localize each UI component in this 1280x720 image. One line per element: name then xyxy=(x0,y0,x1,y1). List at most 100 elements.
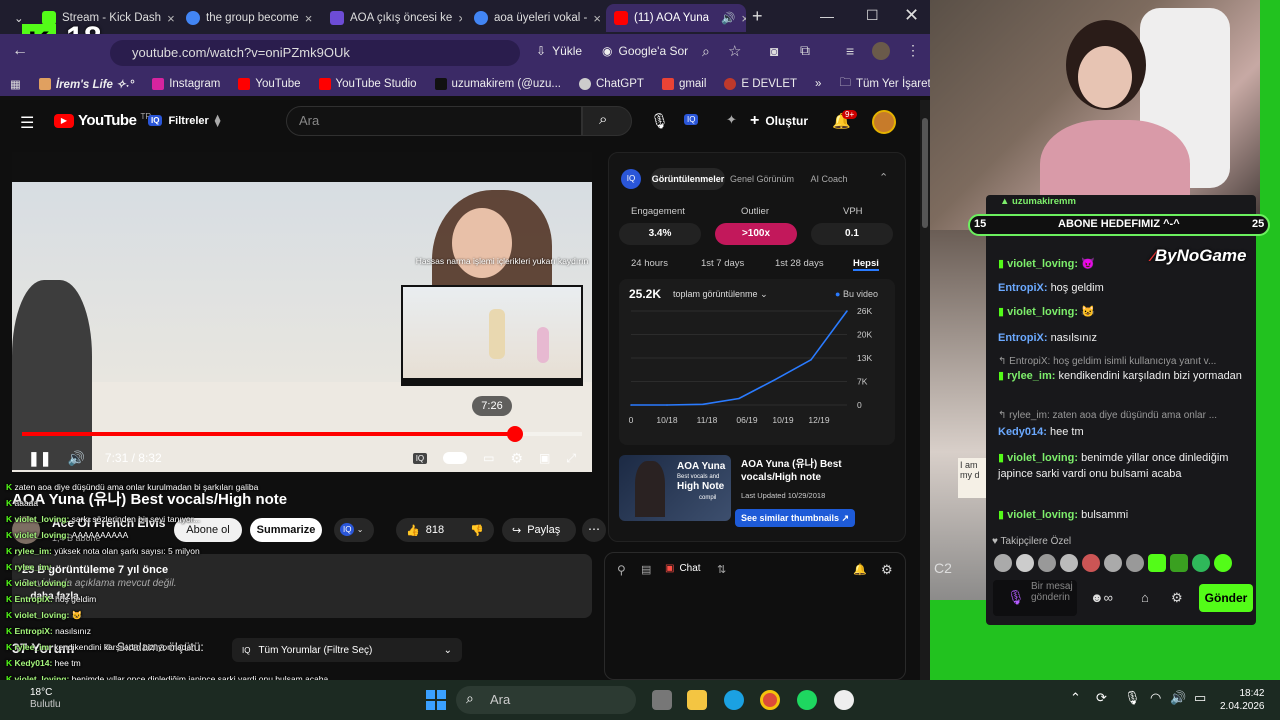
chat-message[interactable]: Kedy014: hee tm xyxy=(998,424,1244,440)
subtitles-icon[interactable]: ▭ xyxy=(483,451,494,465)
chat-settings-icon[interactable]: ⚙ xyxy=(881,562,893,578)
sort-icon[interactable]: ⇅ xyxy=(717,563,726,576)
url-input[interactable]: youtube.com/watch?v=oniPZmk9OUk xyxy=(110,40,520,66)
more-actions-icon[interactable]: ⋯ xyxy=(582,518,606,542)
emote-icon[interactable] xyxy=(994,554,1012,572)
chat-username[interactable]: EntropiX: xyxy=(998,332,1051,344)
range-28d[interactable]: 1st 28 days xyxy=(775,258,824,269)
google-ask-button[interactable]: ◉ Google'a Sor xyxy=(602,44,688,58)
clock[interactable]: 18:42 2.04.2026 xyxy=(1220,687,1265,713)
microphone-icon[interactable]: 🎙 xyxy=(650,112,669,130)
description-box[interactable]: 25 B görüntüleme 7 yıl önce Bu videoda a… xyxy=(12,554,592,618)
emote-icon[interactable] xyxy=(1170,554,1188,572)
tab-ai-coach[interactable]: AI Coach xyxy=(801,168,857,190)
chat-username[interactable]: rylee_im: xyxy=(1007,370,1058,382)
bookmark-instagram[interactable]: Instagram xyxy=(152,78,220,90)
fullscreen-icon[interactable]: ⤢ xyxy=(566,451,576,466)
tab-aoa-debut[interactable]: AOA çıkış öncesi ke × xyxy=(322,4,462,32)
bookmark-gmail[interactable]: gmail xyxy=(661,78,706,90)
chat-message[interactable]: ▮ violet_loving: bulsammi xyxy=(998,507,1244,523)
summarize-button[interactable]: Summarize xyxy=(250,518,322,542)
battery-icon[interactable]: ▭ xyxy=(1194,690,1206,706)
maximize-button[interactable]: ☐ xyxy=(866,7,879,24)
volume-icon[interactable]: 🔊 xyxy=(67,450,84,467)
obs-icon[interactable] xyxy=(834,690,854,710)
chat-message[interactable]: ▮ violet_loving: benimde yillar once din… xyxy=(998,450,1244,482)
apps-icon[interactable]: ▦ xyxy=(10,77,21,91)
page-scrollbar[interactable] xyxy=(920,100,930,680)
media-icon[interactable]: ≡ xyxy=(846,43,854,59)
tray-mic-icon[interactable]: 🎙 xyxy=(1124,690,1141,706)
microphone-icon[interactable]: 🎙 xyxy=(1007,589,1025,606)
chat-message[interactable]: ▮ rylee_im: kendikendini karşıladın bizi… xyxy=(998,368,1244,384)
iq-extension-icon[interactable]: IQ xyxy=(684,114,699,125)
chat-username[interactable]: violet_loving: xyxy=(1007,509,1081,521)
bookmark-tiktok[interactable]: uzumakirem (@uzu... xyxy=(434,78,561,90)
emote-icon[interactable] xyxy=(1038,554,1056,572)
tab-overview[interactable]: Genel Görünüm xyxy=(727,168,797,190)
emote-icon[interactable] xyxy=(1104,554,1122,572)
chat-username[interactable]: violet_loving: xyxy=(1007,452,1081,464)
tab-google-2[interactable]: aoa üyeleri vokal - × xyxy=(466,4,606,32)
chrome-icon[interactable] xyxy=(760,690,780,710)
wifi-icon[interactable]: ◠ xyxy=(1150,690,1161,706)
spotify-icon[interactable] xyxy=(797,690,817,710)
show-more-link[interactable]: ...daha fazla xyxy=(12,589,592,602)
zoom-icon[interactable]: ⌕ xyxy=(702,43,710,60)
sparkle-icon[interactable]: ✦ xyxy=(726,112,737,128)
dislike-icon[interactable]: 👎 xyxy=(470,524,484,537)
collapse-icon[interactable]: ⌃ xyxy=(879,171,888,184)
chat-tab[interactable]: ▣ Chat xyxy=(665,563,701,574)
close-icon[interactable]: × xyxy=(593,11,601,26)
settings-gear-icon[interactable]: ⚙ xyxy=(510,450,523,467)
weather-widget[interactable]: 18°C Bulutlu xyxy=(30,687,61,711)
range-24h[interactable]: 24 hours xyxy=(631,258,668,269)
reply-reference[interactable]: ↰ rylee_im: zaten aoa diye düşündü ama o… xyxy=(998,408,1244,424)
chat-settings-icon[interactable]: ⚙ xyxy=(1171,590,1183,606)
tray-sync-icon[interactable]: ⟳ xyxy=(1096,690,1107,706)
emote-icon[interactable] xyxy=(1016,554,1034,572)
more-bookmarks-icon[interactable]: » xyxy=(815,78,821,90)
close-icon[interactable]: × xyxy=(167,11,174,26)
comment-filter-select[interactable]: IQ Tüm Yorumlar (Filtre Seç) ⌄ xyxy=(232,638,462,662)
pin-icon[interactable]: ⚲ xyxy=(617,563,626,577)
chat-username[interactable]: EntropiX: xyxy=(998,282,1051,294)
emote-icon[interactable] xyxy=(1126,554,1144,572)
speaker-icon[interactable]: 🔊 xyxy=(721,11,735,25)
bookmark-youtube-studio[interactable]: YouTube Studio xyxy=(318,78,417,90)
emote-icon[interactable] xyxy=(1192,554,1210,572)
see-similar-thumbnails-button[interactable]: See similar thumbnails ↗ xyxy=(735,509,856,527)
chevron-down-icon[interactable]: ⌄ xyxy=(14,11,24,25)
bookmark-edevlet[interactable]: E DEVLET xyxy=(724,78,797,90)
emote-icon[interactable] xyxy=(1148,554,1166,572)
camera-icon[interactable]: ◙ xyxy=(770,43,778,59)
create-button[interactable]: + Oluştur xyxy=(750,112,808,130)
volume-icon[interactable]: 🔊 xyxy=(1170,690,1186,706)
tab-youtube[interactable]: (11) AOA Yuna 🔊 × xyxy=(606,4,746,32)
range-all[interactable]: Hepsi xyxy=(853,258,879,271)
iq-dropdown-button[interactable]: IQ ⌄ xyxy=(334,518,374,542)
back-icon[interactable]: ← xyxy=(12,42,28,60)
tray-chevron-icon[interactable]: ⌃ xyxy=(1070,690,1081,706)
tab-views[interactable]: Görüntülenmeler xyxy=(651,168,725,190)
chat-message-input[interactable]: 🎙 Bir mesaj gönderin xyxy=(993,580,1077,616)
bookmark-chatgpt[interactable]: ChatGPT xyxy=(579,78,644,90)
chat-username[interactable]: violet_loving: xyxy=(1007,306,1081,318)
tab-google-1[interactable]: the group become × xyxy=(178,4,318,32)
file-explorer-icon[interactable] xyxy=(687,690,707,710)
send-chat-button[interactable]: Gönder xyxy=(1199,584,1253,612)
bookmark-star-icon[interactable]: ☆ xyxy=(728,42,741,60)
taskbar-search-input[interactable]: Ara xyxy=(456,686,636,714)
edge-icon[interactable] xyxy=(724,690,744,710)
miniplayer-icon[interactable]: ▣ xyxy=(539,451,550,465)
task-view-icon[interactable] xyxy=(652,690,672,710)
iq-player-icon[interactable]: IQ xyxy=(412,452,428,464)
search-button[interactable]: ⌕ xyxy=(582,106,632,136)
close-icon[interactable]: × xyxy=(458,11,462,26)
extensions-icon[interactable]: ⧉ xyxy=(800,42,810,59)
scrollbar-thumb[interactable] xyxy=(922,118,928,228)
emote-icon[interactable] xyxy=(1214,554,1232,572)
windows-start-icon[interactable] xyxy=(426,690,446,710)
video-thumbnail[interactable]: AOA Yuna Best vocals and High Note compi… xyxy=(619,455,731,521)
filters-button[interactable]: IQ Filtreler ⧫ xyxy=(148,114,220,127)
